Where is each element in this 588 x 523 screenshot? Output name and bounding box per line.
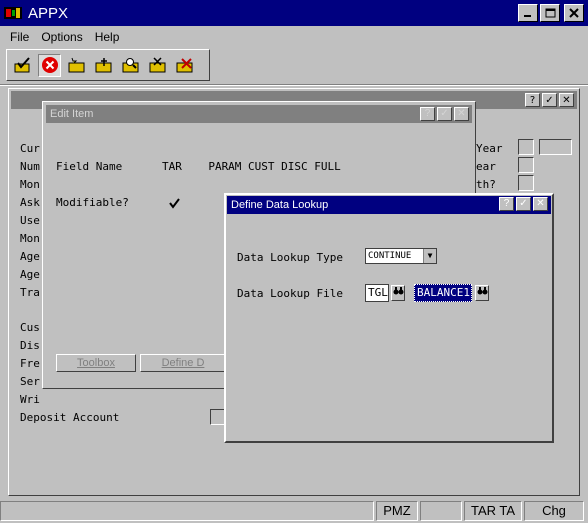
toolbar-edit-button[interactable] xyxy=(92,54,115,77)
bg-label-14: Wri xyxy=(20,393,40,406)
app-title: APPX xyxy=(28,4,69,22)
data-lookup-file-label: Data Lookup File xyxy=(237,287,343,300)
modifiable-checkbox[interactable] xyxy=(167,196,181,210)
delete-folder-icon xyxy=(176,58,192,73)
bg-label-8: Age xyxy=(20,268,40,281)
status-message xyxy=(0,501,374,521)
bg-label-3: Mon xyxy=(20,178,40,191)
close-window-button[interactable] xyxy=(564,4,584,22)
data-lookup-type-label: Data Lookup Type xyxy=(237,251,343,264)
binoculars-icon[interactable] xyxy=(391,285,405,301)
cut-folder-icon xyxy=(149,57,165,73)
edit-help-button[interactable]: ? xyxy=(420,107,435,121)
status-mode: Chg xyxy=(524,501,584,521)
status-bar: PMZ TAR TA Chg xyxy=(0,500,588,522)
toolbar-cut-button[interactable] xyxy=(146,54,169,77)
edit-item-title: Edit Item xyxy=(50,108,94,120)
dl-ok-button[interactable]: ✓ xyxy=(516,197,531,211)
data-lookup-type-value: CONTINUE xyxy=(368,251,412,261)
help-button[interactable]: ? xyxy=(525,93,540,107)
new-folder-icon xyxy=(68,57,84,73)
menu-help[interactable]: Help xyxy=(89,30,126,44)
edit-item-titlebar: Edit Item ? ✓ ✕ xyxy=(46,105,472,123)
bg-right-label-year: Year xyxy=(476,142,503,155)
bg-label-10: Cus xyxy=(20,321,40,334)
chevron-down-icon[interactable]: ▼ xyxy=(423,249,436,263)
toolbar-delete-button[interactable] xyxy=(173,54,196,77)
bg-label-4: Ask xyxy=(20,196,40,209)
status-empty xyxy=(420,501,462,521)
edit-close-button[interactable]: ✕ xyxy=(454,107,469,121)
edit-ok-button[interactable]: ✓ xyxy=(437,107,452,121)
bg-field-year-1[interactable] xyxy=(518,139,534,155)
cancel-icon xyxy=(41,57,58,73)
bg-right-label-th: th? xyxy=(476,178,496,191)
bg-right-label-ear: ear xyxy=(476,160,496,173)
menu-file[interactable]: File xyxy=(4,30,35,44)
bg-label-6: Mon xyxy=(20,232,40,245)
data-lookup-type-select[interactable]: CONTINUE ▼ xyxy=(365,248,437,264)
edit-folder-icon xyxy=(95,58,111,73)
bg-label-13: Ser xyxy=(20,375,40,388)
appx-logo-icon xyxy=(4,5,22,21)
define-d-button[interactable]: Define D xyxy=(140,354,226,372)
bg-label-11: Dis xyxy=(20,339,40,352)
checkmark-icon xyxy=(168,197,180,209)
toolbar xyxy=(6,49,210,81)
toolbar-new-button[interactable] xyxy=(65,54,88,77)
edit-item-header: Field Name TAR PARAM CUST DISC FULL xyxy=(56,160,341,173)
deposit-account-label: Deposit Account xyxy=(20,411,120,424)
lookup-file-field[interactable]: BALANCE1 xyxy=(414,284,472,302)
modifiable-label: Modifiable? xyxy=(56,196,129,209)
bg-label-1: Cur xyxy=(20,142,40,155)
dl-close-button[interactable]: ✕ xyxy=(533,197,548,211)
toolbar-find-button[interactable] xyxy=(119,54,142,77)
bg-label-7: Age xyxy=(20,250,40,263)
menu-options[interactable]: Options xyxy=(35,30,88,44)
bg-label-5: Use xyxy=(20,214,40,227)
toolbar-separator xyxy=(0,84,588,86)
search-folder-icon xyxy=(122,58,138,73)
toolbar-ok-button[interactable] xyxy=(11,54,34,77)
bg-label-9: Tra xyxy=(20,286,40,299)
bg-field-year-2[interactable] xyxy=(539,139,572,155)
maximize-button[interactable] xyxy=(540,4,560,22)
data-lookup-titlebar: Define Data Lookup ? ✓ ✕ xyxy=(227,196,551,214)
dl-help-button[interactable]: ? xyxy=(499,197,514,211)
app-titlebar: APPX xyxy=(0,0,588,26)
check-folder-icon xyxy=(14,57,30,73)
minimize-button[interactable] xyxy=(518,4,538,22)
status-tar: TAR TA xyxy=(464,501,522,521)
menubar: File Options Help xyxy=(0,27,588,47)
ok-check-button[interactable]: ✓ xyxy=(542,93,557,107)
close-button[interactable]: ✕ xyxy=(559,93,574,107)
binoculars-icon[interactable] xyxy=(475,285,489,301)
bg-label-12: Fre xyxy=(20,357,40,370)
data-lookup-title: Define Data Lookup xyxy=(231,199,329,211)
status-pmz: PMZ xyxy=(376,501,418,521)
define-data-lookup-dialog: Define Data Lookup ? ✓ ✕ Data Lookup Typ… xyxy=(224,193,554,443)
bg-label-2: Num xyxy=(20,160,40,173)
toolbar-cancel-button[interactable] xyxy=(38,53,61,77)
lookup-app-field[interactable]: TGL xyxy=(365,284,389,302)
bg-field-th[interactable] xyxy=(518,175,534,191)
toolbox-button[interactable]: Toolbox xyxy=(56,354,136,372)
bg-field-ear[interactable] xyxy=(518,157,534,173)
